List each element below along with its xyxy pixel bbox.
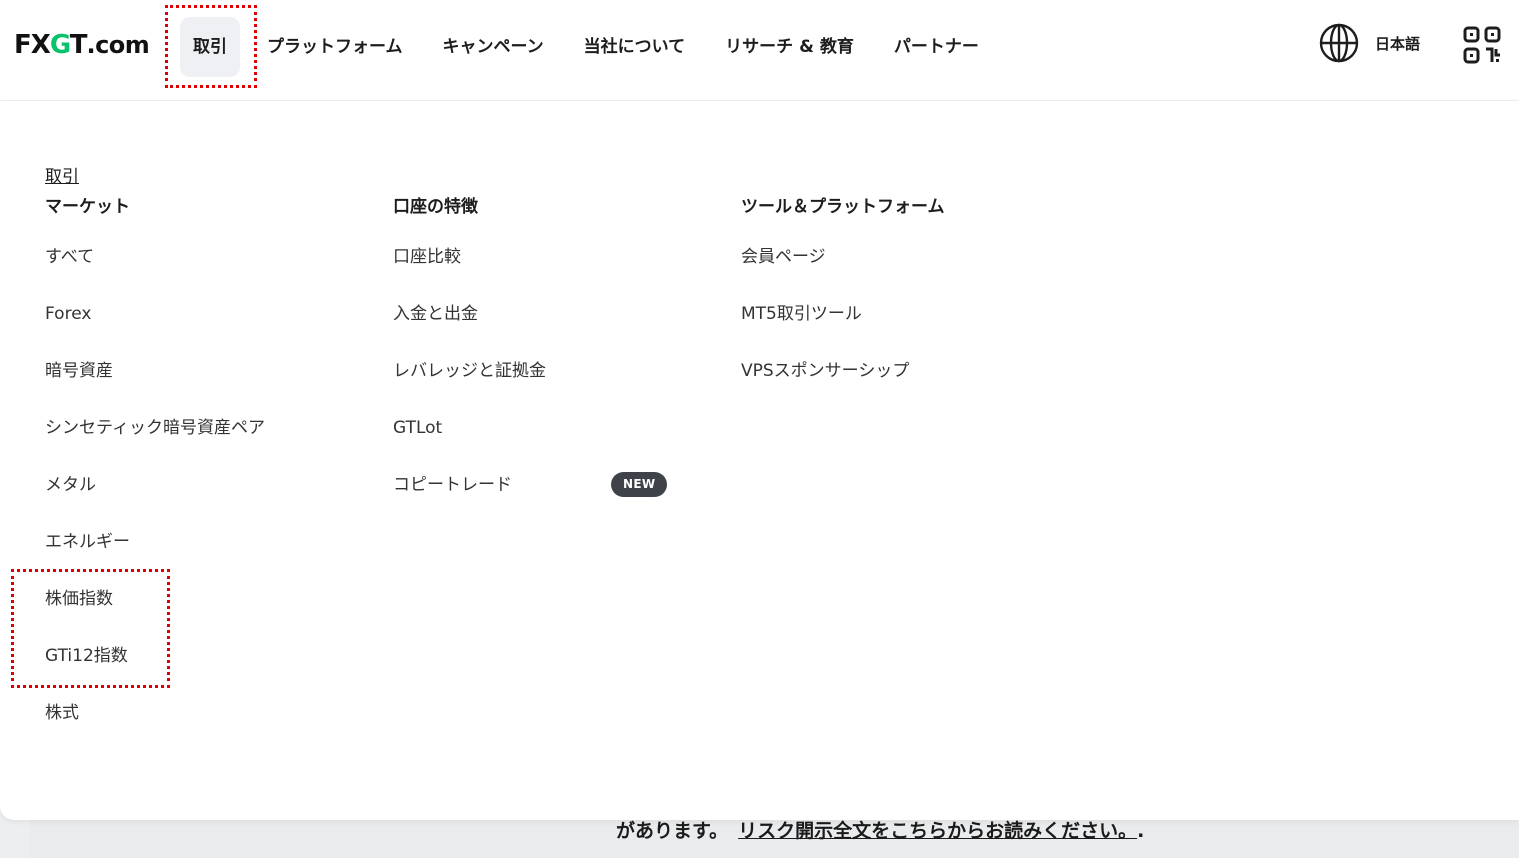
- menu-item-crypto[interactable]: 暗号資産: [45, 359, 265, 383]
- menu-item-all[interactable]: すべて: [45, 245, 265, 269]
- menu-item-leverage-margin[interactable]: レバレッジと証拠金: [393, 359, 546, 383]
- menu-item-stocks[interactable]: 株式: [45, 701, 265, 725]
- trading-mega-menu: 取引 マーケット すべて Forex 暗号資産 シンセティック暗号資産ペア メタ…: [0, 101, 1519, 820]
- language-label: 日本語: [1375, 34, 1421, 53]
- column-title-markets: マーケット: [45, 197, 130, 217]
- menu-item-energy[interactable]: エネルギー: [45, 530, 265, 554]
- copy-trade-label: コピートレード: [393, 475, 512, 495]
- logo-g: G: [49, 30, 71, 60]
- menu-item-synthetic-crypto[interactable]: シンセティック暗号資産ペア: [45, 416, 265, 440]
- menu-item-metals[interactable]: メタル: [45, 473, 265, 497]
- new-badge: NEW: [611, 472, 668, 497]
- logo-fx: FX: [14, 30, 51, 60]
- nav-item-partner[interactable]: パートナー: [874, 17, 999, 77]
- logo-com: .com: [86, 31, 150, 59]
- site-header: FXGT.com 取引 プラットフォーム キャンペーン 当社について リサーチ …: [0, 0, 1519, 101]
- menu-item-gti12-index[interactable]: GTi12指数: [45, 644, 265, 668]
- menu-breadcrumb[interactable]: 取引: [45, 162, 79, 187]
- menu-item-account-comparison[interactable]: 口座比較: [393, 245, 546, 269]
- risk-disclosure-suffix: .: [1137, 820, 1145, 842]
- menu-item-copy-trade[interactable]: コピートレード NEW: [393, 472, 668, 497]
- menu-column-account-features: 口座の特徴 口座比較 入金と出金 レバレッジと証拠金 GTLot コピートレード…: [393, 195, 668, 530]
- risk-disclosure-text: があります。 リスク開示全文をこちらからお読みください。.: [616, 816, 1144, 843]
- globe-icon: [1318, 22, 1360, 64]
- qr-code-icon[interactable]: [1462, 25, 1502, 69]
- risk-disclosure-link[interactable]: リスク開示全文をこちらからお読みください。: [738, 820, 1137, 842]
- nav-item-trading[interactable]: 取引: [180, 17, 240, 77]
- menu-item-vps-sponsorship[interactable]: VPSスポンサーシップ: [741, 359, 945, 383]
- fxgt-logo[interactable]: FXGT.com: [14, 30, 150, 60]
- menu-item-indices[interactable]: 株価指数: [45, 587, 265, 611]
- menu-item-deposit-withdrawal[interactable]: 入金と出金: [393, 302, 546, 326]
- nav-item-campaign[interactable]: キャンペーン: [423, 17, 564, 77]
- menu-item-member-page[interactable]: 会員ページ: [741, 245, 945, 269]
- page: があります。 リスク開示全文をこちらからお読みください。. FXGT.com 取引…: [0, 0, 1519, 858]
- column-title-account-features: 口座の特徴: [393, 197, 478, 217]
- menu-item-gtlot[interactable]: GTLot: [393, 416, 546, 440]
- nav-item-about[interactable]: 当社について: [564, 17, 706, 77]
- risk-disclosure-prefix: があります。: [616, 820, 729, 842]
- logo-t: T: [69, 30, 88, 60]
- menu-column-markets: マーケット すべて Forex 暗号資産 シンセティック暗号資産ペア メタル エ…: [45, 195, 265, 758]
- menu-column-tools-platforms: ツール＆プラットフォーム 会員ページ MT5取引ツール VPSスポンサーシップ: [741, 195, 945, 416]
- language-selector[interactable]: 日本語: [1318, 22, 1420, 64]
- main-nav: 取引 プラットフォーム キャンペーン 当社について リサーチ & 教育 パートナ…: [180, 17, 999, 77]
- column-title-tools-platforms: ツール＆プラットフォーム: [741, 197, 945, 217]
- nav-item-platform[interactable]: プラットフォーム: [247, 17, 423, 77]
- nav-item-research[interactable]: リサーチ & 教育: [705, 17, 874, 77]
- menu-item-mt5-tools[interactable]: MT5取引ツール: [741, 302, 945, 326]
- menu-item-forex[interactable]: Forex: [45, 302, 265, 326]
